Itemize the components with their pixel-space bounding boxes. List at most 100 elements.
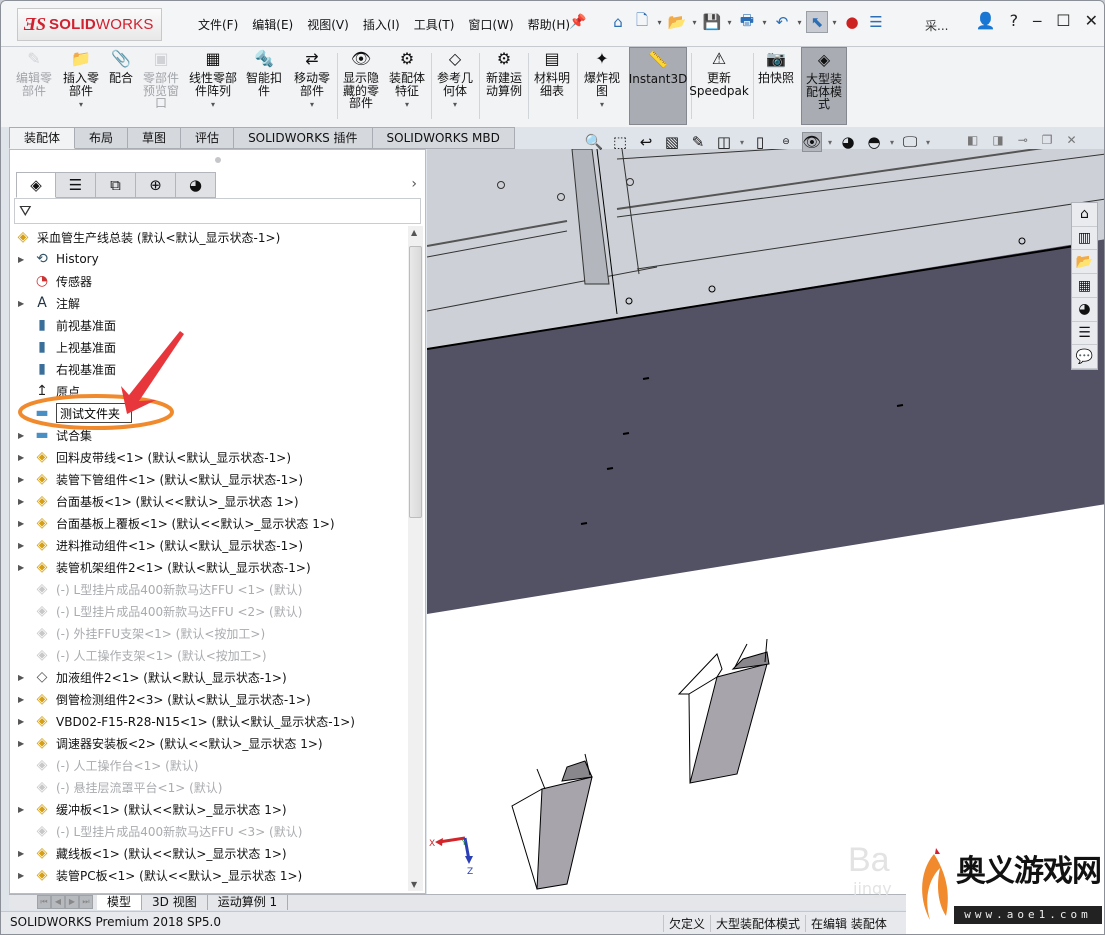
chevron-down-icon[interactable]: ▾ [795,18,804,27]
command-tab[interactable]: 草图 [128,127,182,149]
prev-tab-icon[interactable]: ◀ [51,895,65,909]
tree-item[interactable]: ▶ ◈ 缓冲板<1> (默认<<默认>_显示状态 1>) [10,798,408,820]
edit-appearance-icon[interactable]: ◕ [838,132,858,152]
expand-arrow-icon[interactable]: ▶ [18,673,28,682]
apply-scene-icon[interactable]: ◓ [864,132,884,152]
select-icon[interactable]: ⬉ [806,11,828,33]
rename-folder-input[interactable] [56,403,132,423]
bottom-tab[interactable]: 模型 [97,895,143,910]
home-icon[interactable]: ⌂ [607,11,629,33]
command-tab[interactable]: 布局 [75,127,129,149]
bottom-tab[interactable]: 运动算例 1 [208,895,289,910]
solidworks-resources-icon[interactable]: ⌂ [1072,203,1097,227]
view-orientation-icon[interactable]: ◫ [714,132,734,152]
ribbon-button[interactable]: 👁 显示隐 藏的零 部件 [338,49,384,123]
maximize-button[interactable]: ☐ [1056,11,1070,30]
chevron-down-icon[interactable]: ▾ [830,18,839,27]
menu-item[interactable]: 编辑(E) [245,16,300,33]
hide-show-items-icon[interactable]: 👁 [802,132,823,152]
ribbon-button[interactable]: ◈ 大型装 配体模式 [801,47,847,125]
expand-arrow-icon[interactable]: ▶ [18,299,28,308]
ribbon-button[interactable]: ⚙ 新建运 动算例 [481,49,527,123]
zoom-to-area-icon[interactable]: ⬚ [610,132,630,152]
tree-item[interactable]: ◈ (-) 人工操作台<1> (默认) [10,754,408,776]
chevron-down-icon[interactable]: ▾ [725,18,734,27]
tree-item[interactable]: ▶ ◈ 台面基板上覆板<1> (默认<<默认>_显示状态 1>) [10,512,408,534]
menu-item[interactable]: 文件(F) [191,16,245,33]
tree-scrollbar[interactable]: ▲ ▼ [408,226,423,891]
tree-filter[interactable]: ⛛ [14,198,421,224]
expand-arrow-icon[interactable]: ▶ [18,805,28,814]
scroll-down-icon[interactable]: ▼ [411,880,417,889]
print-icon[interactable]: 🖶 [736,11,758,33]
menu-item[interactable]: 窗口(W) [461,16,520,33]
tree-item[interactable]: ▶ ◈ 装管PC板<1> (默认<<默认>_显示状态 1>) [10,864,408,886]
expand-arrow-icon[interactable]: ▶ [18,871,28,880]
command-tab[interactable]: SOLIDWORKS MBD [372,127,515,149]
expand-arrow-icon[interactable]: ▶ [18,739,28,748]
view-palette-icon[interactable]: ▦ [1072,274,1097,298]
tree-item[interactable]: ▮ 上视基准面 [10,336,408,358]
expand-arrow-icon[interactable]: ▶ [18,497,28,506]
forum-icon[interactable]: 💬 [1072,345,1097,370]
tree-item[interactable]: ▶ ◈ 回料皮带线<1> (默认<默认_显示状态-1>) [10,446,408,468]
user-icon[interactable]: 👤 [976,11,996,30]
zoom-to-fit-icon[interactable]: 🔍 [584,132,604,152]
ribbon-button[interactable]: ▦ 线性零部 件阵列 ▾ [186,49,240,123]
tree-item[interactable]: ▶ A 注解 [10,292,408,314]
ribbon-button[interactable]: ✎ 编辑零 部件 [11,49,57,123]
expand-arrow-icon[interactable]: ▶ [18,255,28,264]
expand-arrow-icon[interactable]: ▶ [18,475,28,484]
tree-item[interactable]: ▶ ◈ 进料推动组件<1> (默认<默认_显示状态-1>) [10,534,408,556]
solidworks-logo[interactable]: ƎS SOLIDWORKS [17,8,162,41]
rebuild-icon[interactable]: ● [841,11,863,33]
expand-arrow-icon[interactable]: ▶ [18,453,28,462]
tree-item[interactable]: ▮ 前视基准面 [10,314,408,336]
chevron-down-icon[interactable]: ▾ [760,18,769,27]
tree-root-assembly[interactable]: ◈ 采血管生产线总装 (默认<默认_显示状态-1>) [10,226,408,248]
hide-show-dot-icon[interactable]: ⊖ [776,132,796,152]
expand-arrow-icon[interactable]: ▶ [18,519,28,528]
pane-grip[interactable] [215,157,221,163]
ribbon-button[interactable]: 📏 Instant3D [629,47,687,125]
ribbon-button[interactable]: 📁 插入零 部件 ▾ [58,49,104,123]
tree-item[interactable]: ◈ (-) 悬挂层流罩平台<1> (默认) [10,776,408,798]
view-settings-icon[interactable]: 🖵 [900,132,920,152]
file-explorer-icon[interactable]: 📂 [1072,250,1097,275]
ribbon-button[interactable]: 📎 配合 [105,49,137,123]
tree-item[interactable]: ▶ ◈ 藏线板<1> (默认<<默认>_显示状态 1>) [10,842,408,864]
expand-arrow-icon[interactable]: ▶ [18,695,28,704]
tree-item[interactable]: ▶ ◈ 倒管检测组件2<3> (默认<默认_显示状态-1>) [10,688,408,710]
tree-item[interactable]: ▮ 右视基准面 [10,358,408,380]
undo-icon[interactable]: ↶ [771,11,793,33]
tree-item[interactable]: ▶ ◈ 装管下管组件<1> (默认<默认_显示状态-1>) [10,468,408,490]
open-icon[interactable]: 📂 [666,11,688,33]
ribbon-button[interactable]: ⚙ 装配体 特征 ▾ [385,49,429,123]
chevron-right-icon[interactable]: › [411,176,417,192]
ribbon-button[interactable]: ▣ 零部件 预览窗口 [139,49,183,123]
appearances-icon[interactable]: ◕ [1072,298,1097,322]
section-view-icon[interactable]: ▧ [662,132,682,152]
expand-arrow-icon[interactable]: ▶ [18,431,28,440]
design-library-icon[interactable]: ▥ [1072,227,1097,251]
pin-icon[interactable]: 📌 [569,14,586,30]
prev-viewport-icon[interactable]: ◧ [967,133,978,147]
minimize-button[interactable]: ‒ [1032,11,1042,30]
next-viewport-icon[interactable]: ◨ [992,133,1003,147]
dimxpert-tab[interactable]: ⊕ [136,172,176,198]
next-tab-icon[interactable]: ▶ [65,895,79,909]
options-icon[interactable]: ☰ [865,11,887,33]
tree-item[interactable]: ▶ ◇ 加液组件2<1> (默认<默认_显示状态-1>) [10,666,408,688]
last-tab-icon[interactable]: ⏭ [79,895,93,909]
command-tab[interactable]: 装配体 [9,127,76,149]
propertymanager-tab[interactable]: ☰ [56,172,96,198]
minimize-viewport-icon[interactable]: ⊸ [1018,133,1028,147]
tree-item[interactable]: ↥ 原点 [10,380,408,402]
menu-item[interactable]: 工具(T) [407,16,462,33]
tree-item[interactable]: ◔ 传感器 [10,270,408,292]
configurationmanager-tab[interactable]: ⧉ [96,172,136,198]
command-tab[interactable]: 评估 [181,127,235,149]
graphics-viewport[interactable]: ⌂ ▥ 📂 ▦ ◕ ☰ 💬 [427,149,1104,894]
command-tab[interactable]: SOLIDWORKS 插件 [234,127,373,149]
ribbon-button[interactable]: ⇄ 移动零 部件 ▾ [288,49,336,123]
